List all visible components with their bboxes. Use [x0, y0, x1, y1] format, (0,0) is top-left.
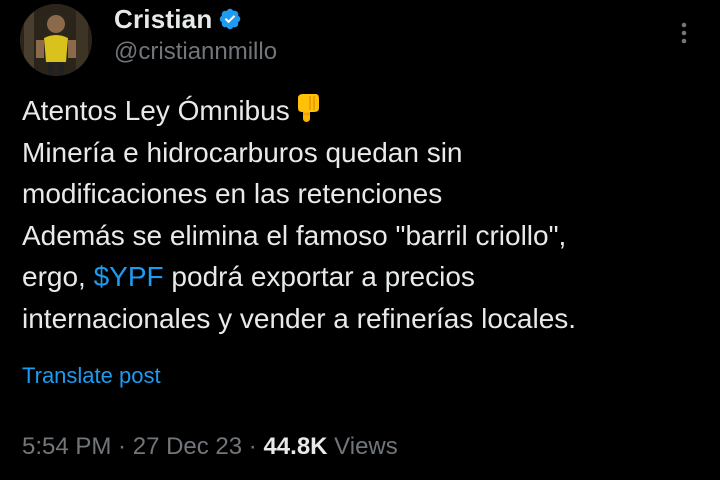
meta-separator: ·: [242, 433, 264, 460]
tweet-line: internacionales y vender a refinerías lo…: [22, 302, 577, 334]
tweet-line: Atentos Ley Ómnibus: [22, 90, 712, 132]
more-options-button[interactable]: [670, 18, 698, 48]
tweet-line: Minería e hidrocarburos quedan sin: [22, 136, 463, 168]
views-label: Views: [327, 433, 398, 460]
avatar[interactable]: [20, 4, 92, 76]
author-name[interactable]: Cristian: [114, 4, 212, 35]
tweet-line-text: Atentos Ley Ómnibus: [22, 95, 290, 126]
author-handle[interactable]: @cristiannmillo: [114, 38, 277, 66]
author-name-row[interactable]: Cristian: [114, 2, 242, 36]
meta-separator: ·: [111, 433, 133, 460]
tweet-line: Además se elimina el famoso "barril crio…: [22, 219, 567, 251]
tweet-time[interactable]: 5:54 PM: [22, 433, 111, 460]
tweet-text: Atentos Ley Ómnibus Minería e hidrocarbu…: [22, 90, 712, 339]
tweet-line: ergo, $YPF podrá exportar a precios: [22, 256, 712, 298]
tweet-line-prefix: ergo,: [22, 261, 94, 292]
tweet-date[interactable]: 27 Dec 23: [133, 433, 242, 460]
more-vertical-icon: [681, 22, 687, 44]
tweet-meta: 5:54 PM · 27 Dec 23 · 44.8K Views: [22, 433, 398, 461]
views-count: 44.8K: [263, 433, 328, 460]
verified-badge-icon: [220, 8, 241, 30]
translate-post-link[interactable]: Translate post: [22, 363, 161, 389]
tweet-line: modificaciones en las retenciones: [22, 178, 443, 209]
avatar-photo: [20, 4, 92, 76]
cashtag-link[interactable]: $YPF: [94, 261, 164, 292]
backhand-index-pointing-down-icon: [297, 94, 319, 122]
tweet-line-suffix: podrá exportar a precios: [163, 261, 475, 292]
